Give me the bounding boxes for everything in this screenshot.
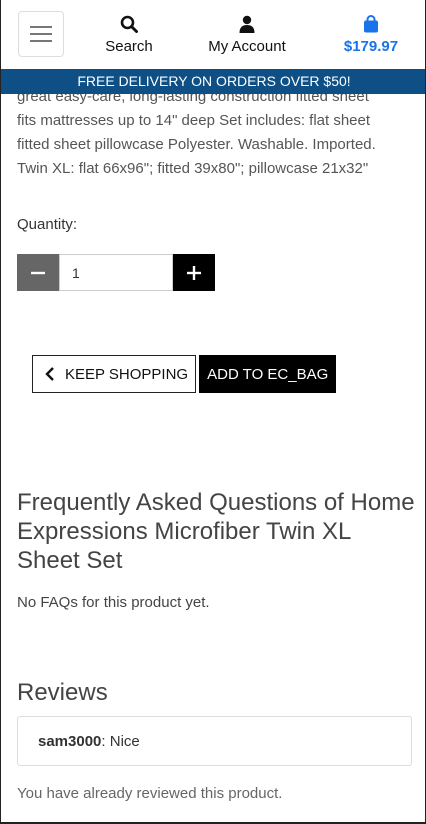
promo-banner: FREE DELIVERY ON ORDERS OVER $50! xyxy=(1,69,425,94)
faq-heading: Frequently Asked Questions of Home Expre… xyxy=(17,489,415,574)
description-line: Twin XL: flat 66x96"; fitted 39x80"; pil… xyxy=(17,160,369,177)
quantity-stepper xyxy=(17,254,215,291)
hamburger-line xyxy=(30,26,52,28)
product-actions: KEEP SHOPPING ADD TO EC_BAG xyxy=(32,355,337,393)
quantity-increase-button[interactable] xyxy=(173,254,215,291)
nav-account-label: My Account xyxy=(208,38,286,55)
nav-account[interactable]: My Account xyxy=(204,14,290,55)
product-description: great easy-care, long-lasting constructi… xyxy=(17,85,412,181)
review-item: sam3000: Nice xyxy=(17,716,412,766)
nav-cart[interactable]: $179.97 xyxy=(340,14,402,55)
quantity-label: Quantity: xyxy=(17,216,78,233)
description-line: fitted sheet pillowcase Polyester. Washa… xyxy=(17,136,376,153)
menu-toggle-button[interactable] xyxy=(18,11,64,57)
plus-icon xyxy=(187,265,201,280)
chevron-left-icon xyxy=(45,367,54,381)
description-text: great easy-care, long-lasting constructi… xyxy=(17,85,412,181)
page-frame: Search My Account $179.97 FREE DELIVERY … xyxy=(0,0,426,824)
add-to-bag-button[interactable]: ADD TO EC_BAG xyxy=(199,355,337,393)
search-icon xyxy=(119,14,139,34)
keep-shopping-button[interactable]: KEEP SHOPPING xyxy=(32,355,197,393)
shopping-bag-icon xyxy=(361,14,381,34)
hamburger-line xyxy=(30,40,52,42)
keep-shopping-label: KEEP SHOPPING xyxy=(65,365,189,383)
description-line: fits mattresses up to 14" deep Set inclu… xyxy=(17,112,371,129)
minus-icon xyxy=(31,271,45,274)
hamburger-line xyxy=(30,33,52,35)
add-to-bag-label: ADD TO EC_BAG xyxy=(207,365,329,383)
site-header: Search My Account $179.97 xyxy=(1,0,425,69)
quantity-input[interactable] xyxy=(59,254,173,291)
quantity-decrease-button[interactable] xyxy=(17,254,59,291)
already-reviewed-note: You have already reviewed this product. xyxy=(17,785,283,802)
cart-total: $179.97 xyxy=(343,38,399,55)
user-icon xyxy=(237,14,257,34)
reviews-heading: Reviews xyxy=(17,679,108,706)
faq-empty-message: No FAQs for this product yet. xyxy=(17,594,210,611)
nav-search-label: Search xyxy=(105,38,153,55)
review-text: : Nice xyxy=(101,732,140,750)
review-author: sam3000 xyxy=(38,732,102,750)
nav-search[interactable]: Search xyxy=(105,14,153,55)
